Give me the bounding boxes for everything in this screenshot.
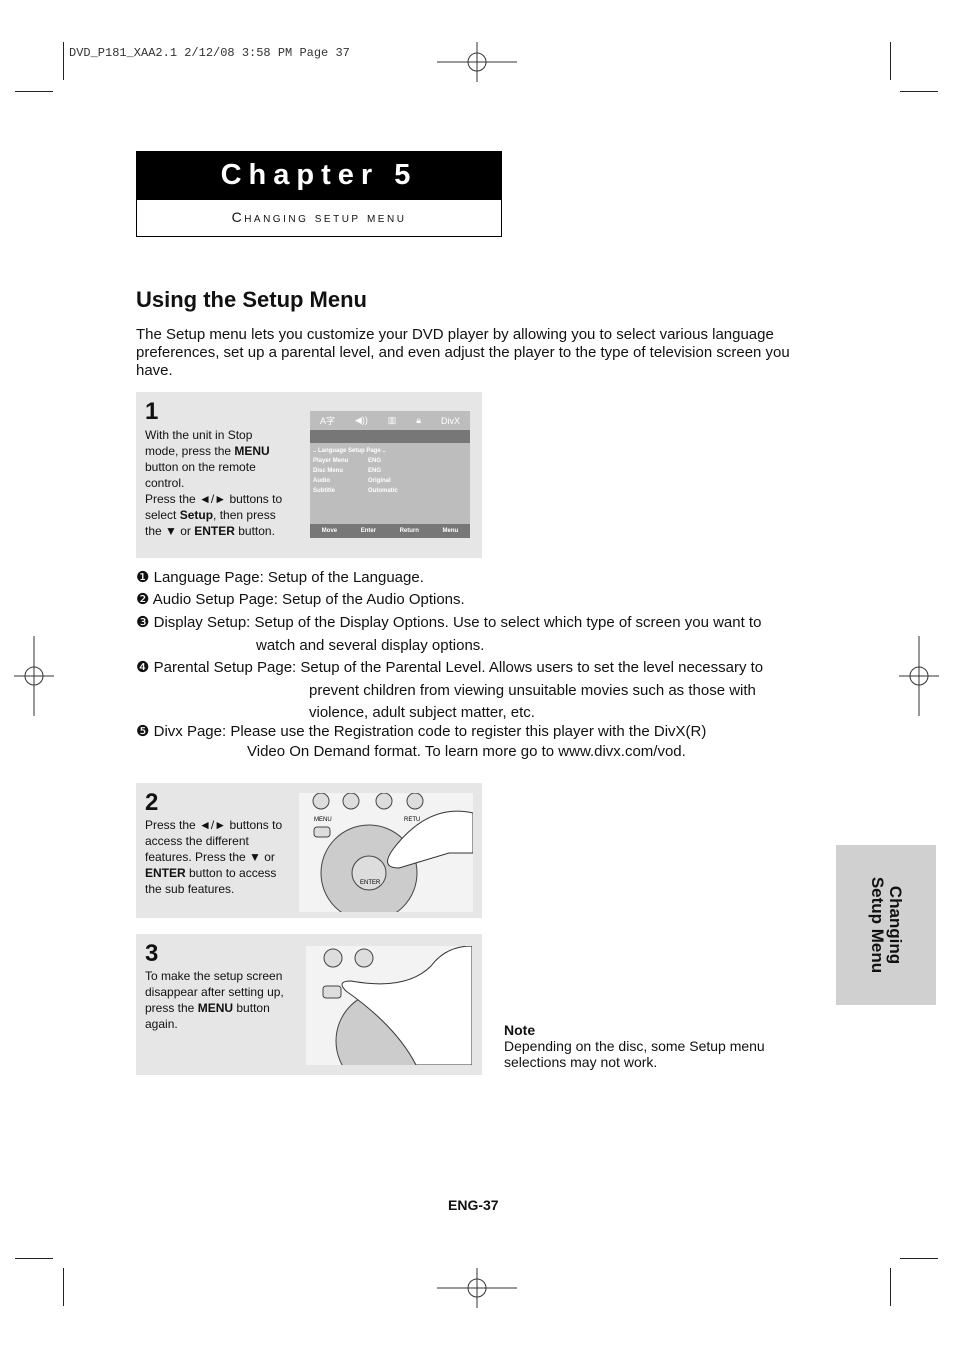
audio-icon: ◀)) — [354, 415, 368, 425]
list-item: ❶ Language Page: Setup of the Language. — [136, 569, 424, 586]
list-item-continued: prevent children from viewing unsuitable… — [309, 682, 756, 699]
step-3-text: To make the setup screen disappear after… — [145, 969, 284, 1031]
crop-mark — [900, 1258, 938, 1259]
step-1-text: With the unit in Stop mode, press the ME… — [145, 428, 283, 538]
step-number: 3 — [145, 940, 159, 967]
divx-icon: DivX — [440, 415, 460, 426]
step-number: 1 — [145, 398, 159, 425]
list-item: ❷ Audio Setup Page: Setup of the Audio O… — [136, 591, 465, 608]
page-number: ENG-37 — [448, 1197, 499, 1213]
chapter-subtitle: Changing setup menu — [231, 209, 407, 225]
step-2-text: Press the ◄/► buttons to access the diff… — [145, 818, 283, 896]
remote-illustration: ENTER MENU RETU — [299, 793, 473, 912]
crop-mark — [890, 1268, 891, 1306]
registration-mark-icon — [14, 636, 54, 716]
list-item: ❺ Divx Page: Please use the Registration… — [136, 723, 707, 740]
section-title: Using the Setup Menu — [136, 287, 367, 312]
side-tab: Changing Setup Menu — [836, 845, 936, 1005]
chapter-header: Chapter 5 Changing setup menu — [136, 151, 502, 237]
svg-text:RETU: RETU — [404, 817, 420, 823]
svg-text:MENU: MENU — [314, 817, 332, 823]
osd-title-bar — [310, 430, 470, 443]
crop-mark — [15, 1258, 53, 1259]
language-icon: A字 — [319, 416, 335, 426]
remote-illustration — [306, 946, 472, 1065]
intro-paragraph: The Setup menu lets you customize your D… — [136, 326, 790, 379]
lock-icon: 🔒︎ — [416, 415, 422, 425]
crop-mark — [63, 1268, 64, 1306]
list-item: ❹ Parental Setup Page: Setup of the Pare… — [136, 659, 764, 676]
list-item-continued: watch and several display options. — [256, 637, 485, 654]
svg-text:ENTER: ENTER — [360, 880, 381, 886]
display-icon: ▥ — [387, 415, 397, 425]
setup-menu-screen: A字 ◀)) ▥ 🔒︎ DivX .. Language Setup Page .. P… — [310, 411, 470, 538]
crop-mark — [900, 91, 938, 92]
manual-page: DVD_P181_XAA2.1 2/12/08 3:58 PM Page 37 … — [0, 0, 954, 1351]
list-item: ❸ Display Setup: Setup of the Display Op… — [136, 614, 762, 631]
list-item-continued: violence, adult subject matter, etc. — [309, 704, 535, 721]
osd-footer: Move Enter Return Menu — [310, 524, 470, 538]
osd-icon-bar: A字 ◀)) ▥ 🔒︎ DivX — [310, 411, 470, 430]
registration-mark-icon — [899, 636, 939, 716]
list-item-continued: Video On Demand format. To learn more go… — [247, 743, 686, 760]
note: Note Depending on the disc, some Setup m… — [504, 1022, 774, 1070]
crop-mark — [63, 42, 64, 80]
print-header: DVD_P181_XAA2.1 2/12/08 3:58 PM Page 37 — [69, 46, 350, 60]
registration-mark-icon — [437, 42, 517, 82]
registration-mark-icon — [437, 1268, 517, 1308]
crop-mark — [890, 42, 891, 80]
crop-mark — [15, 91, 53, 92]
chapter-title: Chapter 5 — [137, 152, 501, 200]
note-text: Depending on the disc, some Setup menu s… — [504, 1038, 765, 1070]
step-number: 2 — [145, 789, 159, 816]
note-title: Note — [504, 1022, 536, 1038]
osd-page-title: .. Language Setup Page .. — [313, 448, 386, 454]
